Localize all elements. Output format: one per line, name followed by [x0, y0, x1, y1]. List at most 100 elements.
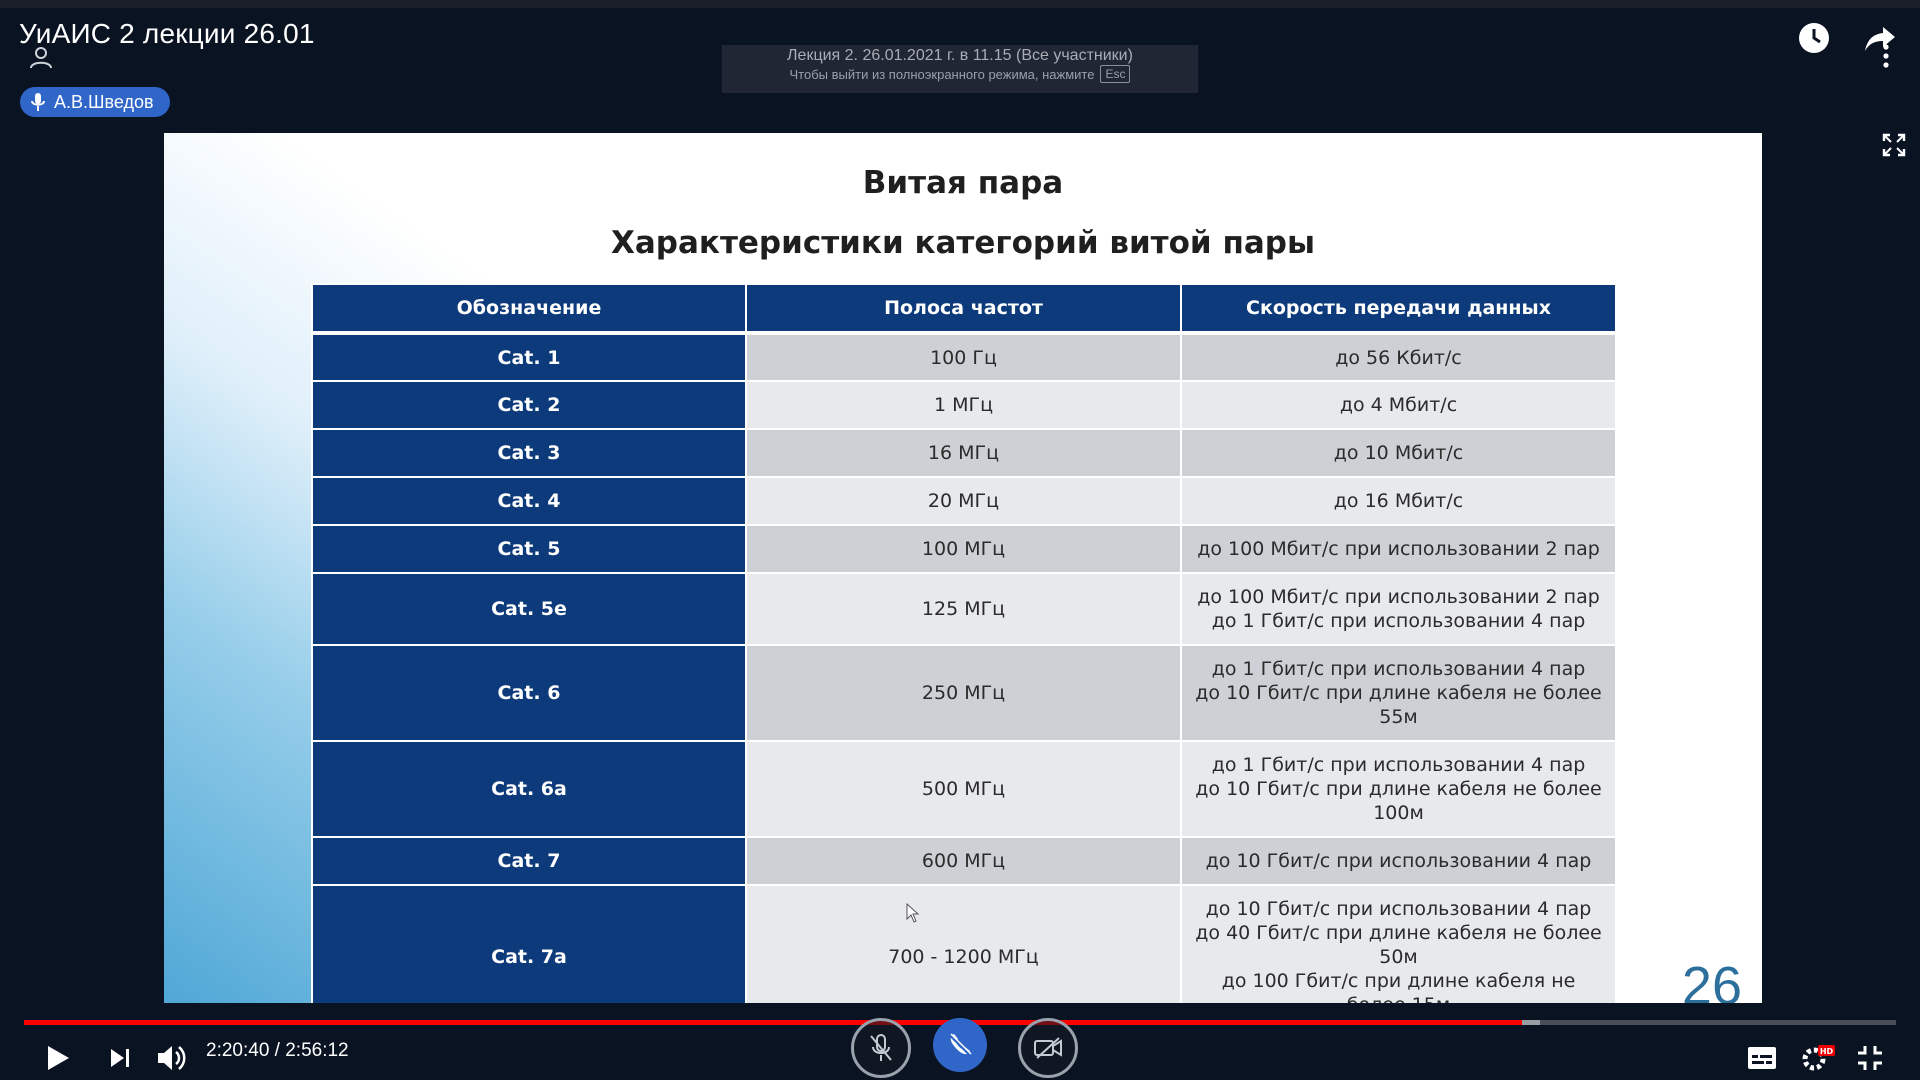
slide-title: Витая пара: [862, 165, 1064, 201]
table-row: Cat. 1 100 Гц до 56 Кбит/с: [311, 332, 1617, 382]
fullscreen-exit-hint: Чтобы выйти из полноэкранного режима, на…: [789, 66, 1095, 82]
speed-line: до 16 Мбит/с: [1333, 490, 1464, 512]
category-cell: Cat. 4: [311, 476, 747, 526]
progress-played: [24, 1020, 1522, 1025]
table-row: Cat. 3 16 МГц до 10 Мбит/с: [311, 428, 1617, 478]
toggle-camera-button[interactable]: [1018, 1018, 1078, 1078]
frequency-cell: 700 - 1200 МГц: [745, 884, 1182, 1003]
speed-cell: до 10 Мбит/с: [1180, 428, 1617, 478]
mic-off-icon: [870, 1034, 892, 1061]
video-title: УиАИС 2 лекции 26.01: [19, 18, 315, 49]
speed-line: до 1 Гбит/с при использовании 4 пар: [1211, 658, 1586, 680]
category-cell: Cat. 3: [311, 428, 747, 478]
speed-line: до 100 Мбит/с при использовании 2 пар: [1197, 586, 1600, 608]
camera-off-icon: [1034, 1037, 1062, 1059]
speed-line: до 10 Гбит/с при длине кабеля не более: [1195, 682, 1602, 704]
category-cell: Cat. 1: [311, 332, 747, 382]
watch-later-button[interactable]: [1794, 18, 1834, 58]
exit-fullscreen-icon: [1858, 1046, 1882, 1070]
next-icon: [111, 1049, 129, 1067]
table-row: Cat. 7a 700 - 1200 МГц до 10 Гбит/с при …: [311, 884, 1617, 1003]
column-header-speed: Скорость передачи данных: [1180, 283, 1617, 335]
speed-line: до 1 Гбит/с при использовании 4 пар: [1211, 754, 1586, 776]
speed-line: 55м: [1379, 706, 1418, 728]
speed-cell: до 10 Гбит/с при использовании 4 пар: [1180, 836, 1617, 886]
microphone-icon: [31, 93, 45, 111]
speed-line: 50м: [1379, 946, 1418, 968]
slide-page-number: 26: [1681, 956, 1742, 1003]
settings-icon: HD: [1802, 1045, 1835, 1071]
active-speaker-badge: А.В.Шведов: [20, 87, 170, 117]
speed-line: более 15м: [1183, 993, 1614, 1003]
speed-cell: до 1 Гбит/с при использовании 4 пар до 1…: [1180, 644, 1617, 742]
category-cell: Cat. 5e: [311, 572, 747, 646]
speed-cell: до 1 Гбит/с при использовании 4 пар до 1…: [1180, 740, 1617, 838]
speed-cell: до 56 Кбит/с: [1180, 332, 1617, 382]
esc-key-badge: Esc: [1100, 65, 1131, 83]
top-edge: [0, 0, 1920, 8]
speed-line: до 100 Гбит/с при длине кабеля не: [1221, 970, 1576, 992]
category-cell: Cat. 2: [311, 380, 747, 430]
speaker-name: А.В.Шведов: [54, 91, 154, 112]
table-row: Cat. 2 1 МГц до 4 Мбит/с: [311, 380, 1617, 430]
category-cell: Cat. 6a: [311, 740, 747, 838]
frequency-cell: 16 МГц: [745, 428, 1182, 478]
subtitles-icon: [1748, 1047, 1776, 1069]
speed-line: до 56 Кбит/с: [1335, 346, 1462, 369]
speed-line: до 100 Мбит/с при использовании 2 пар: [1197, 538, 1600, 560]
speed-line: до 1 Гбит/с при использовании 4 пар: [1211, 610, 1586, 632]
table-row: Cat. 6 250 МГц до 1 Гбит/с при использов…: [311, 644, 1617, 742]
column-header-designation: Обозначение: [311, 283, 747, 335]
category-cell: Cat. 7a: [311, 884, 747, 1003]
hangup-button[interactable]: [933, 1018, 987, 1072]
speed-cell: до 10 Гбит/с при использовании 4 пар до …: [1180, 884, 1617, 1003]
frequency-cell: 100 МГц: [745, 524, 1182, 574]
table-row: Cat. 6a 500 МГц до 1 Гбит/с при использо…: [311, 740, 1617, 838]
speed-line: до 10 Гбит/с при использовании 4 пар: [1205, 850, 1592, 872]
category-cell: Cat. 5: [311, 524, 747, 574]
frequency-cell: 250 МГц: [745, 644, 1182, 742]
frequency-cell: 500 МГц: [745, 740, 1182, 838]
speed-cell: до 100 Мбит/с при использовании 2 пар: [1180, 524, 1617, 574]
time-display: 2:20:40 / 2:56:12: [206, 1040, 349, 1061]
settings-button[interactable]: HD: [1798, 1038, 1838, 1078]
table-row: Cat. 5 100 МГц до 100 Мбит/с при использ…: [311, 524, 1617, 574]
cable-category-table: Обозначение Полоса частот Скорость перед…: [311, 283, 1617, 1003]
frequency-cell: 1 МГц: [745, 380, 1182, 430]
frequency-cell: 20 МГц: [745, 476, 1182, 526]
table-row: Cat. 5e 125 МГц до 100 Мбит/с при исполь…: [311, 572, 1617, 646]
speed-line: до 4 Мбит/с: [1339, 394, 1458, 416]
speed-line: до 40 Гбит/с при длине кабеля не более: [1195, 922, 1602, 944]
table-row: Cat. 4 20 МГц до 16 Мбит/с: [311, 476, 1617, 526]
exit-fullscreen-button[interactable]: [1850, 1038, 1890, 1078]
next-button[interactable]: [100, 1038, 140, 1078]
fullscreen-notice: Лекция 2. 26.01.2021 г. в 11.15 (Все уча…: [722, 45, 1198, 93]
subtitles-button[interactable]: [1742, 1038, 1782, 1078]
clock-icon: [1799, 23, 1829, 53]
play-icon: [48, 1046, 69, 1070]
phone-hangup-icon: [948, 1033, 972, 1057]
category-cell: Cat. 7: [311, 836, 747, 886]
slide-subtitle: Характеристики категорий витой пары: [610, 225, 1316, 261]
presentation-slide: Витая пара Характеристики категорий вито…: [164, 133, 1762, 1003]
mouse-cursor-icon: [906, 903, 920, 923]
table-row: Cat. 7 600 МГц до 10 Гбит/с при использо…: [311, 836, 1617, 886]
volume-button[interactable]: [152, 1038, 192, 1078]
speed-cell: до 4 Мбит/с: [1180, 380, 1617, 430]
speed-cell: до 100 Мбит/с при использовании 2 пар до…: [1180, 572, 1617, 646]
svg-text:HD: HD: [1820, 1047, 1834, 1056]
frequency-cell: 600 МГц: [745, 836, 1182, 886]
volume-icon: [158, 1046, 186, 1070]
mute-microphone-button[interactable]: [851, 1018, 911, 1078]
meeting-title: Лекция 2. 26.01.2021 г. в 11.15 (Все уча…: [787, 47, 1133, 64]
expand-icon[interactable]: [1882, 133, 1906, 157]
speed-line: 100м: [1373, 802, 1424, 824]
speed-line: до 10 Гбит/с при длине кабеля не более: [1195, 778, 1602, 800]
table-header-row: Обозначение Полоса частот Скорость перед…: [311, 283, 1617, 335]
frequency-cell: 100 Гц: [745, 332, 1182, 382]
user-icon: [30, 47, 52, 69]
kebab-menu-icon[interactable]: [1880, 42, 1892, 70]
category-cell: Cat. 6: [311, 644, 747, 742]
play-button[interactable]: [38, 1038, 78, 1078]
speed-line: до 10 Гбит/с при использовании 4 пар: [1205, 898, 1592, 920]
